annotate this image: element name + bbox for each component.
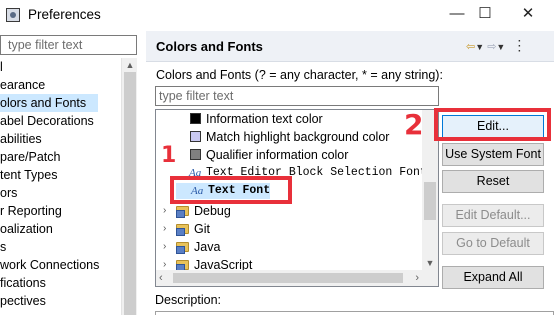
scroll-up-arrow-icon[interactable]: ▲	[122, 58, 138, 72]
tree-row-label: Java	[194, 240, 221, 254]
more-options-icon[interactable]: ⋮	[512, 37, 526, 53]
tree-item-label: abel Decorations	[0, 114, 94, 128]
page-header: Colors and Fonts ⇦▼ ⇨▼ ⋮	[146, 31, 554, 62]
back-arrow-icon[interactable]: ⇦	[466, 41, 475, 53]
scrollbar-thumb[interactable]	[124, 72, 136, 315]
tree-item-capabilities[interactable]: abilities	[0, 130, 42, 148]
scrollbar-thumb[interactable]	[424, 182, 436, 220]
edit-default-button[interactable]: Edit Default...	[442, 204, 544, 227]
tree-item-general[interactable]: l	[0, 58, 3, 76]
tree-item-label: oalization	[0, 222, 53, 236]
left-tree-scrollbar[interactable]: ▲	[121, 58, 137, 315]
window-title: Preferences	[28, 7, 101, 22]
scrollbar-corner	[422, 270, 438, 286]
tree-item-label-decorations[interactable]: abel Decorations	[0, 112, 94, 130]
tree-item-colors-and-fonts[interactable]: olors and Fonts	[0, 94, 98, 112]
tree-item-label: pectives	[0, 294, 46, 308]
tree-item-error-reporting[interactable]: r Reporting	[0, 202, 62, 220]
expand-chevron-icon[interactable]: ›	[163, 220, 166, 238]
tree-item-label: ors	[0, 186, 18, 200]
tree-row-label: Match highlight background color	[206, 130, 390, 144]
page-navigation: ⇦▼ ⇨▼ ⋮	[466, 37, 526, 54]
color-swatch-icon	[190, 131, 201, 142]
tree-item-content-types[interactable]: tent Types	[0, 166, 57, 184]
reset-button[interactable]: Reset	[442, 170, 544, 193]
back-dropdown-icon[interactable]: ▼	[475, 42, 484, 52]
tree-row-color[interactable]: Match highlight background color	[156, 128, 426, 146]
folder-icon	[176, 260, 189, 272]
tree-item-label: olors and Fonts	[0, 96, 87, 110]
left-filter-input[interactable]: type filter text	[0, 35, 137, 55]
page-title: Colors and Fonts	[156, 39, 263, 54]
description-box	[155, 311, 554, 315]
tree-row-label: Qualifier information color	[206, 148, 349, 162]
tree-item-editors[interactable]: ors	[0, 184, 17, 202]
tree-item-label: s	[0, 240, 7, 254]
expand-chevron-icon[interactable]: ›	[163, 238, 166, 256]
tree-item-perspectives[interactable]: pectives	[0, 292, 46, 310]
tree-folder-row[interactable]: › Debug	[156, 202, 426, 220]
maximize-button[interactable]: ☐	[465, 4, 505, 26]
tree-item-label: fications	[0, 276, 46, 290]
tree-item-compare-patch[interactable]: pare/Patch	[0, 148, 60, 166]
tree-item-keys[interactable]: s	[0, 238, 6, 256]
title-bar: Preferences — ☐ ✕	[0, 0, 554, 30]
tree-row-color[interactable]: Qualifier information color	[156, 146, 426, 164]
tree-item-label: abilities	[0, 132, 42, 146]
tree-row-label: Debug	[194, 204, 231, 218]
expand-all-button[interactable]: Expand All	[442, 266, 544, 289]
scrollbar-thumb[interactable]	[173, 273, 403, 283]
tree-item-label: work Connections	[0, 258, 100, 272]
tree-item-label: pare/Patch	[0, 150, 61, 164]
tree-row-color[interactable]: Information text color	[156, 110, 426, 128]
annotation-number-2: 2	[404, 108, 424, 141]
use-system-font-button[interactable]: Use System Font	[442, 143, 544, 166]
colors-filter-input[interactable]: type filter text	[155, 86, 439, 106]
tree-folder-row[interactable]: › Java	[156, 238, 426, 256]
scroll-right-arrow-icon[interactable]: ›	[415, 270, 419, 286]
folder-icon	[176, 224, 189, 236]
tree-row-label: Information text color	[206, 112, 323, 126]
preference-tree: l earance olors and Fonts abel Decoratio…	[0, 58, 121, 315]
tree-item-appearance[interactable]: earance	[0, 76, 45, 94]
scroll-left-arrow-icon[interactable]: ‹	[159, 270, 163, 286]
tree-folder-row[interactable]: › Git	[156, 220, 426, 238]
color-swatch-icon	[190, 113, 201, 124]
annotation-box-text-font	[170, 176, 292, 204]
tree-item-label: tent Types	[0, 168, 58, 182]
annotation-box-edit	[434, 108, 551, 141]
tree-item-label: l	[0, 60, 3, 74]
folder-icon	[176, 206, 189, 218]
description-label: Description:	[155, 293, 221, 307]
color-swatch-icon	[190, 149, 201, 160]
tree-item-notifications[interactable]: fications	[0, 274, 46, 292]
annotation-number-1: 1	[161, 143, 177, 168]
tree-row-label: Git	[194, 222, 210, 236]
tree-item-network-connections[interactable]: work Connections	[0, 256, 99, 274]
tree-item-label: r Reporting	[0, 204, 62, 218]
forward-dropdown-icon[interactable]: ▼	[496, 42, 505, 52]
tree-item-label: earance	[0, 78, 46, 92]
expand-chevron-icon[interactable]: ›	[163, 202, 166, 220]
filter-description: Colors and Fonts (? = any character, * =…	[156, 68, 443, 82]
tree-horizontal-scrollbar[interactable]: ‹ ›	[156, 270, 422, 286]
preferences-app-icon	[6, 8, 20, 22]
tree-item-globalization[interactable]: oalization	[0, 220, 53, 238]
go-to-default-button[interactable]: Go to Default	[442, 232, 544, 255]
close-button[interactable]: ✕	[508, 4, 548, 26]
folder-icon	[176, 242, 189, 254]
